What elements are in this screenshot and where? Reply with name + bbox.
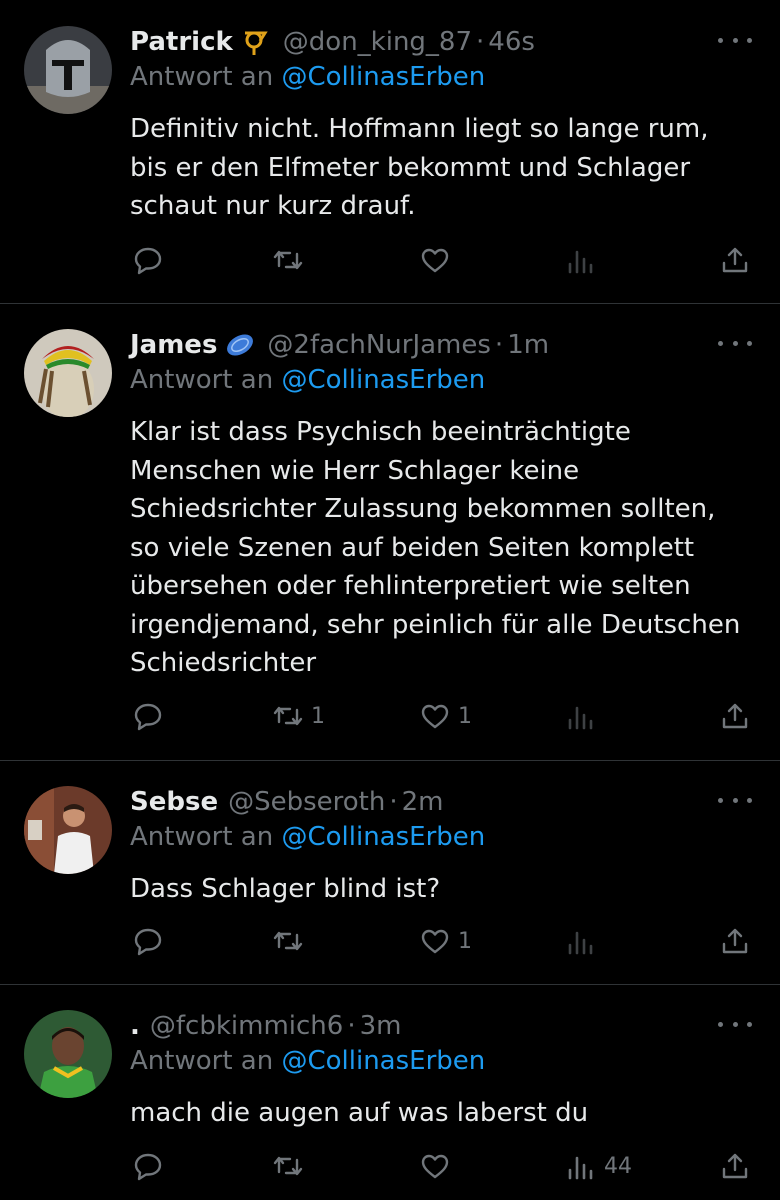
more-options-icon[interactable] — [718, 30, 752, 50]
handle[interactable]: @2fachNurJames — [267, 330, 491, 360]
retweet-button[interactable] — [273, 240, 311, 280]
views-count: 44 — [604, 1153, 632, 1179]
timestamp[interactable]: 1m — [507, 330, 549, 360]
retweet-button[interactable] — [273, 921, 311, 961]
views-icon — [568, 706, 593, 730]
reply-prefix: Antwort an — [130, 822, 274, 852]
display-name[interactable]: . — [130, 1011, 140, 1041]
reply-icon — [134, 928, 162, 956]
like-button[interactable]: 1 — [420, 696, 472, 736]
handle[interactable]: @Sebseroth — [228, 787, 385, 817]
views-button[interactable] — [566, 696, 604, 736]
handle[interactable]: @don_king_87 — [283, 27, 472, 57]
display-name[interactable]: Sebse — [130, 787, 218, 817]
reply-icon — [134, 247, 162, 275]
tweet[interactable]: James @2fachNurJames · 1m Antwort an @Co… — [0, 303, 780, 761]
retweet-button[interactable]: 1 — [273, 696, 325, 736]
timestamp[interactable]: 2m — [402, 787, 444, 817]
tweet[interactable]: . @fcbkimmich6 · 3m Antwort an @Collinas… — [0, 984, 780, 1200]
tweet-actions: 1 1 — [0, 696, 780, 736]
reply-mention-link[interactable]: @CollinasErben — [281, 822, 485, 852]
views-icon — [568, 931, 593, 955]
like-button[interactable] — [420, 240, 458, 280]
tweet-text: Dass Schlager blind ist? — [130, 874, 441, 904]
views-button[interactable] — [566, 921, 604, 961]
heart-icon — [421, 1154, 449, 1179]
reply-button[interactable] — [133, 921, 171, 961]
heart-icon — [421, 929, 449, 954]
share-icon — [722, 928, 748, 954]
reply-mention-link[interactable]: @CollinasErben — [281, 1046, 485, 1076]
like-count: 1 — [458, 703, 472, 729]
tweet-text: mach die augen auf was laberst du — [130, 1098, 589, 1128]
display-name[interactable]: Patrick — [130, 27, 233, 57]
avatar[interactable] — [24, 786, 112, 874]
display-name[interactable]: James — [130, 330, 217, 360]
reply-context: Antwort an @CollinasErben — [130, 822, 485, 852]
views-button[interactable] — [566, 240, 604, 280]
reply-button[interactable] — [133, 1146, 171, 1186]
reply-mention-link[interactable]: @CollinasErben — [281, 365, 485, 395]
avatar[interactable] — [24, 1010, 112, 1098]
separator-dot: · — [389, 787, 398, 817]
reply-context: Antwort an @CollinasErben — [130, 1046, 485, 1076]
share-button[interactable] — [720, 240, 750, 280]
reply-icon — [134, 1153, 162, 1181]
reply-prefix: Antwort an — [130, 62, 274, 92]
reply-button[interactable] — [133, 240, 171, 280]
handle[interactable]: @fcbkimmich6 — [150, 1011, 343, 1041]
reply-prefix: Antwort an — [130, 1046, 274, 1076]
reply-mention-link[interactable]: @CollinasErben — [281, 62, 485, 92]
separator-dot: · — [476, 27, 485, 57]
reply-button[interactable] — [133, 696, 171, 736]
tweet-text: Definitiv nicht. Hoffmann liegt so lange… — [130, 114, 709, 221]
separator-dot: · — [494, 330, 504, 360]
more-options-icon[interactable] — [718, 790, 752, 810]
like-button[interactable]: 1 — [420, 921, 472, 961]
views-icon — [568, 250, 593, 274]
tweet-actions: 44 — [0, 1146, 780, 1186]
share-button[interactable] — [720, 921, 750, 961]
retweet-button[interactable] — [273, 1146, 311, 1186]
like-count: 1 — [458, 928, 472, 954]
more-options-icon[interactable] — [718, 1014, 752, 1034]
retweet-icon — [273, 706, 303, 726]
retweet-icon — [273, 250, 303, 270]
retweet-icon — [273, 1156, 303, 1176]
retweet-icon — [273, 931, 303, 951]
reply-prefix: Antwort an — [130, 365, 274, 395]
share-icon — [722, 703, 748, 729]
frisbee-icon — [225, 330, 255, 360]
post-horn-icon — [241, 27, 271, 57]
reply-context: Antwort an @CollinasErben — [130, 365, 485, 395]
separator-dot: · — [347, 1011, 356, 1041]
tweet-actions — [0, 240, 780, 280]
reply-icon — [134, 703, 162, 731]
heart-icon — [421, 704, 449, 729]
reply-context: Antwort an @CollinasErben — [130, 62, 485, 92]
share-button[interactable] — [720, 1146, 750, 1186]
like-button[interactable] — [420, 1146, 458, 1186]
timestamp[interactable]: 46s — [488, 27, 535, 57]
timestamp[interactable]: 3m — [360, 1011, 402, 1041]
tweet-text: Klar ist dass Psychisch beeinträchtigte … — [130, 417, 741, 678]
share-icon — [722, 1153, 748, 1179]
avatar[interactable] — [24, 26, 112, 114]
tweet[interactable]: Patrick @don_king_87 · 46s Antwort an @C… — [0, 0, 780, 304]
more-options-icon[interactable] — [718, 333, 752, 353]
retweet-count: 1 — [311, 703, 325, 729]
tweet[interactable]: Sebse @Sebseroth · 2m Antwort an @Collin… — [0, 760, 780, 985]
share-icon — [722, 247, 748, 273]
tweet-actions: 1 — [0, 921, 780, 961]
views-button[interactable]: 44 — [566, 1146, 632, 1186]
avatar[interactable] — [24, 329, 112, 417]
heart-icon — [421, 248, 449, 273]
share-button[interactable] — [720, 696, 750, 736]
views-icon — [568, 1156, 593, 1180]
